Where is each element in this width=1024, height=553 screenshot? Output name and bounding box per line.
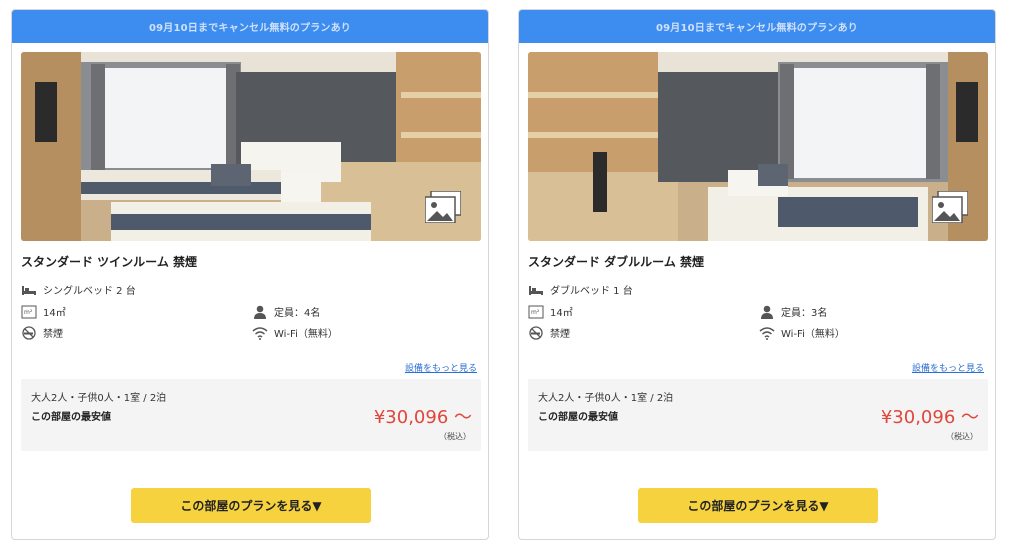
bed-text: シングルベッド 2 台 — [43, 286, 136, 297]
area-text: 14㎡ — [550, 308, 573, 319]
more-facilities-link[interactable]: 設備をもっと見る — [912, 361, 984, 374]
gallery-icon[interactable] — [425, 191, 461, 223]
svg-text:m²: m² — [531, 309, 540, 316]
spec-capacity: 定員：3名 — [759, 304, 827, 319]
no-smoking-icon — [21, 325, 37, 340]
capacity-text: 定員：4名 — [274, 308, 321, 319]
bed-icon — [21, 283, 37, 297]
view-plans-button[interactable]: この部屋のプランを見る▼ — [638, 488, 878, 523]
spec-capacity: 定員：4名 — [252, 304, 320, 319]
gallery-icon[interactable] — [932, 191, 968, 223]
wifi-icon — [252, 326, 268, 340]
wifi-text: Wi-Fi（無料） — [781, 329, 845, 340]
view-plans-button[interactable]: この部屋のプランを見る▼ — [131, 488, 371, 523]
cancellation-banner: 09月10日までキャンセル無料のプランあり — [519, 10, 995, 43]
person-icon — [759, 305, 775, 319]
stay-conditions: 大人2人・子供0人・1室 / 2泊 — [538, 393, 674, 404]
room-card-twin: 09月10日までキャンセル無料のプランあり スタンダード ツインルーム 禁煙 シ… — [11, 9, 489, 540]
lowest-price-label: この部屋の最安値 — [538, 412, 618, 423]
room-title: スタンダード ツインルーム 禁煙 — [21, 255, 197, 269]
spec-wifi: Wi-Fi（無料） — [252, 325, 338, 340]
room-card-double: 09月10日までキャンセル無料のプランあり スタンダード ダブルルーム 禁煙 ダ… — [518, 9, 996, 540]
bed-text: ダブルベッド 1 台 — [550, 286, 633, 297]
wifi-icon — [759, 326, 775, 340]
price-box: 大人2人・子供0人・1室 / 2泊 この部屋の最安値 ¥30,096 〜 （税込… — [528, 379, 988, 451]
wifi-text: Wi-Fi（無料） — [274, 329, 338, 340]
lowest-price-label: この部屋の最安値 — [31, 412, 111, 423]
cancellation-banner: 09月10日までキャンセル無料のプランあり — [12, 10, 488, 43]
smoking-text: 禁煙 — [550, 329, 570, 340]
tax-note: （税込） — [439, 432, 471, 441]
spec-area: m² 14㎡ — [528, 304, 573, 319]
lowest-price: ¥30,096 〜 — [373, 407, 472, 428]
spec-bed: ダブルベッド 1 台 — [528, 282, 633, 297]
person-icon — [252, 305, 268, 319]
room-title: スタンダード ダブルルーム 禁煙 — [528, 255, 704, 269]
more-facilities-link[interactable]: 設備をもっと見る — [405, 361, 477, 374]
area-icon: m² — [528, 305, 544, 319]
tax-note: （税込） — [946, 432, 978, 441]
price-box: 大人2人・子供0人・1室 / 2泊 この部屋の最安値 ¥30,096 〜 （税込… — [21, 379, 481, 451]
svg-text:m²: m² — [24, 309, 33, 316]
no-smoking-icon — [528, 325, 544, 340]
spec-smoking: 禁煙 — [528, 325, 570, 340]
stay-conditions: 大人2人・子供0人・1室 / 2泊 — [31, 393, 167, 404]
lowest-price: ¥30,096 〜 — [880, 407, 979, 428]
spec-smoking: 禁煙 — [21, 325, 63, 340]
area-icon: m² — [21, 305, 37, 319]
spec-wifi: Wi-Fi（無料） — [759, 325, 845, 340]
spec-area: m² 14㎡ — [21, 304, 66, 319]
spec-bed: シングルベッド 2 台 — [21, 282, 136, 297]
area-text: 14㎡ — [43, 308, 66, 319]
capacity-text: 定員：3名 — [781, 308, 828, 319]
smoking-text: 禁煙 — [43, 329, 63, 340]
bed-icon — [528, 283, 544, 297]
room-photo[interactable] — [21, 52, 481, 241]
room-photo[interactable] — [528, 52, 988, 241]
